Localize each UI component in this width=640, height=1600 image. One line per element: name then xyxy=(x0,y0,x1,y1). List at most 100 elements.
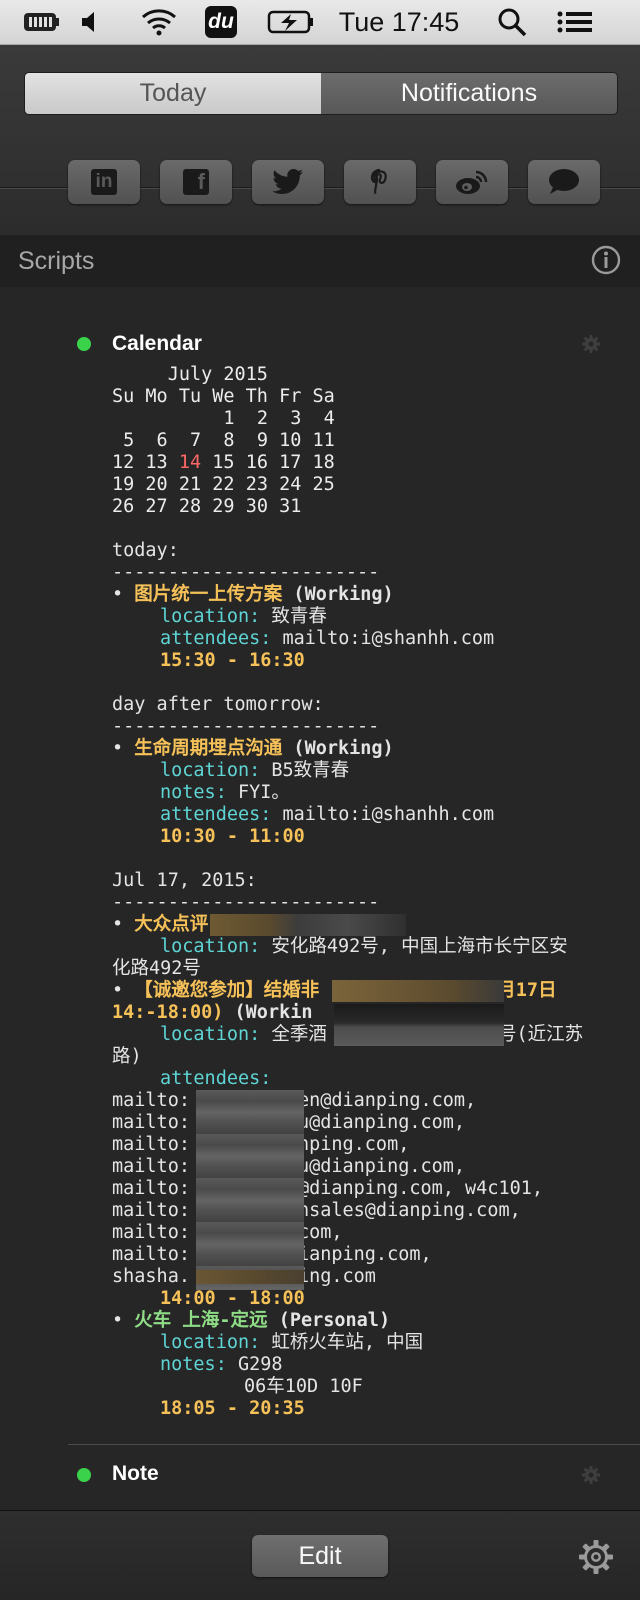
calendar-day: 3 xyxy=(279,408,302,429)
messages-icon xyxy=(549,169,579,194)
spotlight-search-icon[interactable] xyxy=(496,0,528,44)
notification-center-icon[interactable] xyxy=(556,0,594,44)
event-bullet: • xyxy=(112,914,135,935)
attendee-row: shasha. ing.com xyxy=(112,1266,612,1288)
calendar-day: 16 xyxy=(245,452,268,473)
calendar-day: 17 xyxy=(279,452,302,473)
calendar-day: 22 xyxy=(212,474,235,495)
event-title: 图片统一上传方案 xyxy=(134,584,283,605)
note-status-dot xyxy=(77,1468,91,1482)
info-icon[interactable] xyxy=(590,244,622,276)
widget-divider xyxy=(68,1444,640,1445)
section-jul17-heading: Jul 17, 2015: xyxy=(112,870,257,891)
attendee-prefix: shasha. xyxy=(112,1266,190,1287)
attendee-list: mailto: en@dianping.com, mailto: u@dianping… xyxy=(112,1090,612,1288)
attendee-prefix: mailto: xyxy=(112,1178,190,1199)
menu-clock[interactable]: Tue 17:45 xyxy=(334,0,464,44)
calendar-day: 25 xyxy=(312,474,335,495)
battery-charging-icon[interactable] xyxy=(266,0,316,44)
calendar-day: 11 xyxy=(312,430,335,451)
attendee-email: u@dianping.com, xyxy=(297,1112,466,1133)
calendar-day: 12 xyxy=(112,452,135,473)
event-title-end: 月17日 xyxy=(497,980,557,1001)
redaction-blur xyxy=(196,1270,304,1284)
attendee-email: @dianping.com, w4c101, xyxy=(297,1178,544,1199)
note-settings-gear-icon[interactable] xyxy=(582,1466,600,1484)
linkedin-icon: in xyxy=(91,169,117,195)
calendar-day: 23 xyxy=(245,474,268,495)
event-title: 生命周期埋点沟通 xyxy=(134,738,283,759)
calendar-day: 8 xyxy=(212,430,235,451)
attendee-email: com, xyxy=(297,1222,343,1243)
location-label: location: xyxy=(160,936,261,957)
section-day-after-heading: day after tomorrow: xyxy=(112,694,324,715)
attendees-label: attendees: xyxy=(160,628,272,649)
attendees-value: mailto:i@shanhh.com xyxy=(271,628,495,649)
event-time: 18:05 - 20:35 xyxy=(160,1398,305,1419)
du-app-badge: du xyxy=(205,6,237,38)
tab-today[interactable]: Today xyxy=(25,73,321,114)
share-buttons-row: in f xyxy=(68,160,600,204)
pinterest-share-button[interactable] xyxy=(344,160,416,204)
calendar-day xyxy=(112,408,134,429)
edit-button[interactable]: Edit xyxy=(252,1535,388,1577)
location-value: 全季酒 xyxy=(260,1024,327,1045)
weibo-share-button[interactable] xyxy=(436,160,508,204)
calendar-widget-title: Calendar xyxy=(112,332,202,355)
attendee-row: mailto: nsales@dianping.com, xyxy=(112,1200,612,1222)
calendar-settings-gear-icon[interactable] xyxy=(582,335,600,353)
attendee-prefix: mailto: xyxy=(112,1222,190,1243)
calendar-day: 9 xyxy=(245,430,268,451)
event-calendar: (Workin xyxy=(223,1002,313,1023)
calendar-day: 15 xyxy=(212,452,235,473)
calendar-day: 29 xyxy=(212,496,235,517)
pinterest-icon xyxy=(370,168,387,195)
attendee-row: mailto: com, xyxy=(112,1222,612,1244)
location-label: location: xyxy=(160,1332,261,1353)
calendar-day: 7 xyxy=(178,430,202,451)
location-value-cont: 化路492号 xyxy=(112,958,201,979)
attendee-prefix: mailto: xyxy=(112,1156,190,1177)
attendee-row: mailto: u@dianping.com, xyxy=(112,1156,612,1178)
calendar-day xyxy=(179,408,201,429)
location-label: location: xyxy=(160,1024,261,1045)
wifi-icon[interactable] xyxy=(138,0,180,44)
location-value: 安化路492号, 中国上海市长宁区安 xyxy=(260,936,568,957)
notes-value: FYI。 xyxy=(226,782,290,803)
location-value: B5致青春 xyxy=(260,760,350,781)
event-title: 火车 上海-定远 xyxy=(134,1310,268,1331)
attendee-email: nsales@dianping.com, xyxy=(297,1200,521,1221)
facebook-share-button[interactable]: f xyxy=(160,160,232,204)
event-bullet: • xyxy=(112,738,135,759)
section-separator: ------------------------ xyxy=(112,716,380,737)
event-card: • 图片统一上传方案 (Working) location: 致青春 atten… xyxy=(112,584,612,672)
notes-value: G298 xyxy=(226,1354,283,1375)
volume-icon[interactable] xyxy=(78,0,102,44)
messages-share-button[interactable] xyxy=(528,160,600,204)
facebook-icon: f xyxy=(183,169,209,195)
settings-gear-icon[interactable] xyxy=(578,1539,614,1575)
calendar-day: 26 xyxy=(112,496,135,517)
location-value-cont: 路) xyxy=(112,1046,142,1067)
twitter-share-button[interactable] xyxy=(252,160,324,204)
attendee-prefix: mailto: xyxy=(112,1134,190,1155)
event-card: • 生命周期埋点沟通 (Working) location: B5致青春 not… xyxy=(112,738,612,848)
calendar-month-header: July 2015 xyxy=(112,364,268,385)
location-label: location: xyxy=(160,760,261,781)
attendees-label: attendees: xyxy=(160,1068,272,1089)
calendar-day: 13 xyxy=(145,452,168,473)
section-separator: ------------------------ xyxy=(112,562,380,583)
calendar-day: 30 xyxy=(245,496,268,517)
calendar-day: 20 xyxy=(145,474,168,495)
calendar-day: 28 xyxy=(178,496,202,517)
section-separator: ------------------------ xyxy=(112,892,380,913)
attendee-prefix: mailto: xyxy=(112,1090,190,1111)
battery-menu-icon[interactable] xyxy=(22,0,60,44)
du-app-icon[interactable]: du xyxy=(204,0,238,44)
event-card: • 火车 上海-定远 (Personal) location: 虹桥火车站, 中… xyxy=(112,1310,612,1420)
location-value: 虹桥火车站, 中国 xyxy=(260,1332,424,1353)
tab-notifications[interactable]: Notifications xyxy=(321,73,617,114)
bottom-toolbar: Edit xyxy=(0,1511,640,1600)
linkedin-share-button[interactable]: in xyxy=(68,160,140,204)
redaction-blur xyxy=(334,1004,504,1046)
